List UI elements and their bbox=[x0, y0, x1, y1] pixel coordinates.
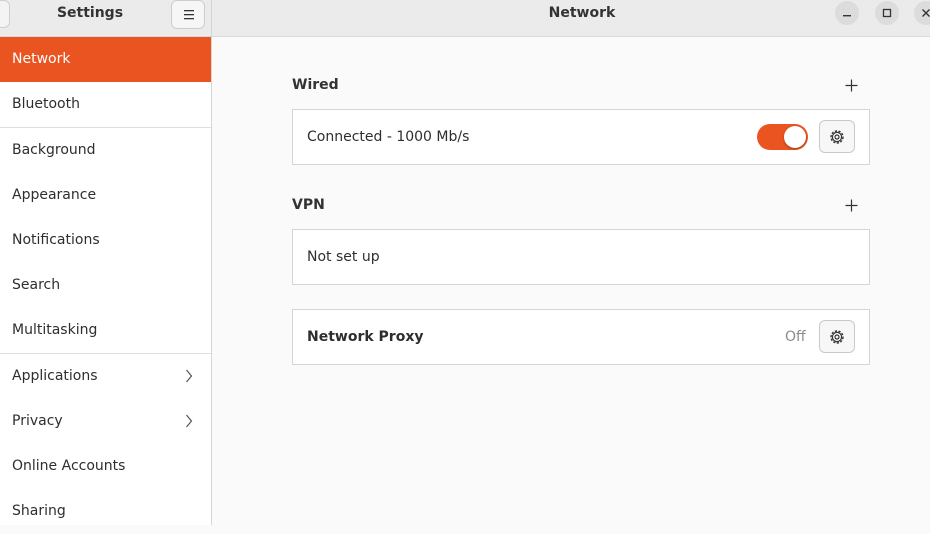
network-proxy-status: Off bbox=[785, 329, 806, 345]
wired-connection-row: Connected - 1000 Mb/s bbox=[292, 109, 870, 165]
wired-settings-button[interactable] bbox=[819, 120, 855, 153]
toggle-knob bbox=[784, 126, 806, 148]
minimize-icon bbox=[843, 15, 851, 17]
sidebar-item-label: Bluetooth bbox=[12, 96, 80, 112]
vpn-status-label: Not set up bbox=[307, 249, 380, 265]
content-header: Network bbox=[212, 0, 930, 37]
wired-connection-label: Connected - 1000 Mb/s bbox=[307, 129, 470, 145]
wired-section-title: Wired bbox=[292, 77, 339, 93]
gear-icon bbox=[830, 330, 844, 344]
sidebar-item-label: Online Accounts bbox=[12, 458, 126, 474]
sidebar-item-multitasking[interactable]: Multitasking bbox=[0, 308, 211, 353]
vpn-section-title: VPN bbox=[292, 197, 325, 213]
wired-toggle-switch[interactable] bbox=[757, 124, 808, 150]
add-vpn-button[interactable] bbox=[845, 199, 858, 212]
sidebar-item-bluetooth[interactable]: Bluetooth bbox=[0, 82, 211, 127]
sidebar-item-privacy[interactable]: Privacy bbox=[0, 399, 211, 444]
sidebar-item-online-accounts[interactable]: Online Accounts bbox=[0, 444, 211, 489]
sidebar-item-sharing[interactable]: Sharing bbox=[0, 489, 211, 534]
sidebar-item-search[interactable]: Search bbox=[0, 263, 211, 308]
network-proxy-row[interactable]: Network Proxy Off bbox=[292, 309, 870, 365]
sidebar: Network Bluetooth Background Appearance … bbox=[0, 37, 212, 525]
maximize-icon bbox=[882, 8, 892, 18]
main-menu-button[interactable] bbox=[171, 0, 205, 29]
sidebar-item-label: Notifications bbox=[12, 232, 100, 248]
sidebar-item-label: Network bbox=[12, 51, 71, 67]
sidebar-item-network[interactable]: Network bbox=[0, 37, 211, 82]
sidebar-item-label: Background bbox=[12, 142, 96, 158]
maximize-button[interactable] bbox=[875, 1, 899, 25]
sidebar-item-label: Multitasking bbox=[12, 322, 98, 338]
chevron-right-icon bbox=[186, 414, 193, 428]
sidebar-item-label: Search bbox=[12, 277, 61, 293]
sidebar-item-label: Applications bbox=[12, 368, 98, 384]
chevron-right-icon bbox=[186, 369, 193, 383]
minimize-button[interactable] bbox=[835, 1, 859, 25]
vpn-row: Not set up bbox=[292, 229, 870, 285]
sidebar-header: Settings bbox=[0, 0, 212, 37]
sidebar-item-appearance[interactable]: Appearance bbox=[0, 173, 211, 218]
sidebar-title: Settings bbox=[56, 5, 124, 21]
add-wired-connection-button[interactable] bbox=[845, 79, 858, 92]
gear-icon bbox=[830, 130, 844, 144]
sidebar-item-label: Privacy bbox=[12, 413, 63, 429]
sidebar-item-label: Sharing bbox=[12, 503, 66, 519]
sidebar-item-label: Appearance bbox=[12, 187, 97, 203]
page-title: Network bbox=[548, 5, 616, 21]
network-proxy-settings-button[interactable] bbox=[819, 320, 855, 353]
hamburger-menu-icon bbox=[184, 10, 194, 20]
network-proxy-label: Network Proxy bbox=[307, 329, 424, 345]
sidebar-item-background[interactable]: Background bbox=[0, 128, 211, 173]
sidebar-item-applications[interactable]: Applications bbox=[0, 354, 211, 399]
sidebar-item-notifications[interactable]: Notifications bbox=[0, 218, 211, 263]
close-icon bbox=[922, 9, 930, 17]
